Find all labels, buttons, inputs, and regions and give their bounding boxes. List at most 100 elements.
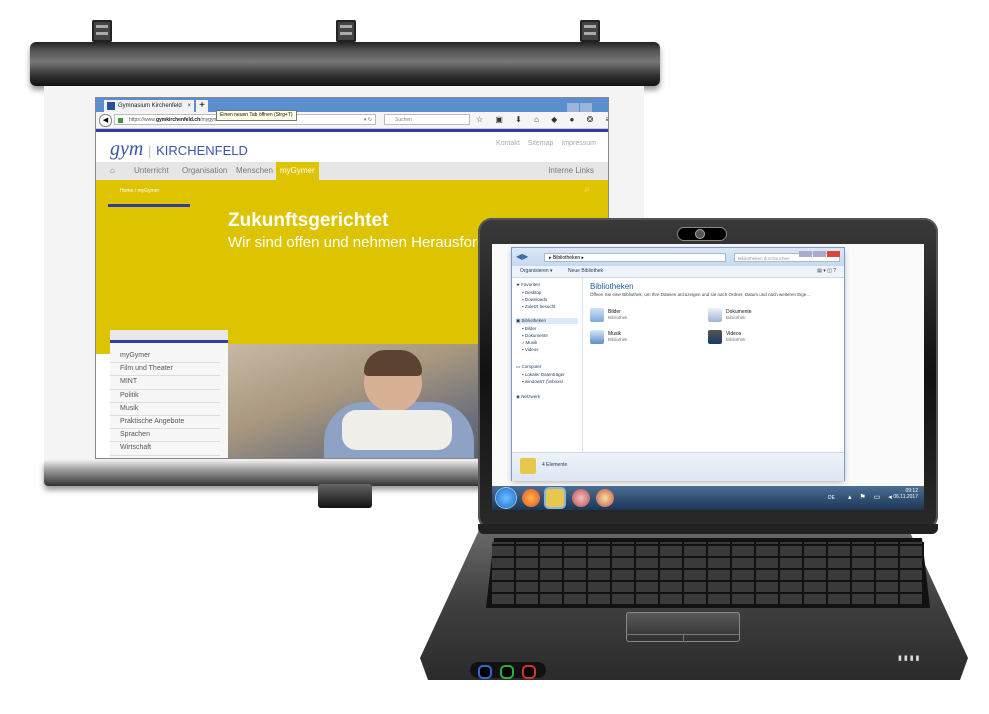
nav-local-disk[interactable]: ▪ Lokaler Datenträger (522, 372, 565, 377)
sub-menu-item[interactable]: myGymer (110, 350, 220, 364)
sub-menu-item[interactable]: Musik (110, 403, 220, 417)
menu-mygymer[interactable]: myGymer (276, 162, 319, 180)
projector-roller (30, 42, 660, 86)
nav-documents[interactable]: ▪ Dokumente (522, 333, 548, 338)
language-indicator[interactable]: DE (828, 495, 835, 501)
projector-pull-handle (318, 484, 372, 508)
nav-music-label: Musik (525, 340, 538, 345)
tab-close-icon[interactable]: × (187, 100, 191, 112)
libraries-description: Öffnen Sie eine Bibliothek, um Ihre Date… (590, 292, 811, 297)
explorer-minimize-button[interactable] (799, 251, 812, 257)
link-sitemap[interactable]: Sitemap (528, 140, 554, 147)
browser-tab-bar: Gymnasium Kirchenfeld × + (96, 98, 608, 130)
sub-menu-item[interactable]: Praktische Angebote (110, 416, 220, 430)
nav-libraries[interactable]: ▣ Bibliotheken (516, 318, 578, 324)
nav-computer-label: Computer (521, 364, 542, 369)
logo-gym: gym (110, 138, 144, 160)
library-type: Bibliothek (608, 315, 628, 320)
paint-icon[interactable] (596, 489, 614, 507)
menu-unterricht[interactable]: Unterricht (134, 162, 169, 180)
browser-toolbar: ◀ https://www.gymkirchenfeld.ch/mygymer/… (96, 112, 608, 129)
sub-menu-item[interactable]: Politik (110, 390, 220, 403)
main-menu: ⌂ Unterricht Organisation Menschen myGym… (96, 162, 608, 180)
link-kontakt[interactable]: Kontakt (496, 140, 520, 147)
tray-icons[interactable]: ▴ ⚑ ▭ ◂ (848, 493, 895, 501)
nav-local-disk-label: Lokaler Datenträger (524, 372, 565, 377)
breadcrumb[interactable]: Home / myGymer (120, 188, 159, 194)
library-type: Bibliothek (726, 315, 746, 320)
explorer-close-button[interactable] (827, 251, 840, 257)
start-button-icon[interactable] (496, 488, 516, 508)
menu-menschen[interactable]: Menschen (236, 162, 273, 180)
nav-videos[interactable]: ▪ Videos (522, 347, 539, 352)
toolbar-icons[interactable]: ☆ ▣ ⬇ ⌂ ◆ ● ❂ ≡ (476, 114, 608, 126)
clock[interactable]: 09:12 06.11.2017 (893, 488, 918, 500)
window-controls (566, 99, 606, 130)
home-icon[interactable]: ⌂ (110, 162, 115, 180)
nav-arrows-icon[interactable]: ◀▶ (516, 252, 536, 262)
sub-menu-item[interactable]: Film und Theater (110, 363, 220, 377)
documents-folder-icon (708, 308, 722, 322)
nav-desktop[interactable]: ▪ Desktop (522, 290, 541, 295)
clock-date: 06.11.2017 (893, 494, 918, 500)
sub-menu-accent (110, 340, 228, 343)
logo-kirchenfeld: KIRCHENFELD (156, 143, 248, 158)
library-type: Bibliothek (726, 337, 746, 342)
browser-tab[interactable]: Gymnasium Kirchenfeld × (104, 100, 194, 112)
nav-recent[interactable]: ▪ Zuletzt besucht (522, 304, 555, 309)
explorer-icon[interactable] (546, 489, 564, 507)
search-placeholder: Suchen (395, 117, 412, 123)
sub-menu-top (110, 330, 228, 340)
sub-menu-item[interactable]: Wirtschaft (110, 442, 220, 456)
hanger-clip-middle (336, 20, 356, 42)
nav-favorites[interactable]: ★ Favoriten (516, 282, 540, 288)
new-tab-button[interactable]: + (196, 100, 208, 112)
minimize-button[interactable] (567, 103, 579, 112)
browser-search-input[interactable]: Suchen (384, 114, 470, 125)
back-arrow-icon[interactable]: ◀ (99, 114, 112, 127)
nav-network-drive[interactable]: ▪ windows7 (\\vboxsr (522, 379, 563, 384)
breadcrumb-bar: Home / myGymer ⌕ (96, 180, 608, 204)
explorer-content: Bibliotheken Öffnen Sie eine Bibliothek,… (584, 278, 844, 452)
library-item[interactable]: Videos Bibliothek (708, 330, 798, 346)
nav-documents-label: Dokumente (524, 333, 548, 338)
nav-network[interactable]: ◉ Netzwerk (516, 394, 540, 400)
link-impressum[interactable]: Impressum (561, 140, 596, 147)
library-item[interactable]: Dokumente Bibliothek (708, 308, 798, 324)
keyboard-keys (492, 542, 924, 604)
nav-recent-label: Zuletzt besucht (524, 304, 556, 309)
snipping-tool-icon[interactable] (572, 489, 590, 507)
explorer-maximize-button[interactable] (813, 251, 826, 257)
sub-menu-item[interactable]: MINT (110, 376, 220, 390)
nav-music[interactable]: ♪ Musik (522, 340, 537, 345)
maximize-button[interactable] (580, 103, 592, 112)
menu-interne-links[interactable]: Interne Links (548, 162, 594, 180)
menu-organisation[interactable]: Organisation (182, 162, 227, 180)
sub-menu: myGymer Film und Theater MINT Politik Mu… (110, 330, 228, 458)
site-logo[interactable]: gym | KIRCHENFELD (110, 138, 248, 161)
favicon-icon (107, 102, 115, 110)
nav-pictures[interactable]: ▪ Bilder (522, 326, 536, 331)
address-bar[interactable]: ▸ Bibliotheken ▸ (544, 253, 726, 262)
nav-pictures-label: Bilder (524, 326, 537, 331)
nav-downloads-label: Downloads (524, 297, 548, 302)
library-item[interactable]: Musik Bibliothek (590, 330, 680, 346)
view-options-icon[interactable]: ▤ ▾ ◫ ? (817, 266, 836, 277)
new-library-button[interactable]: Neue Bibliothek (568, 266, 603, 277)
sub-menu-item[interactable]: Sprachen (110, 429, 220, 443)
libraries-status-icon (520, 458, 536, 474)
videos-folder-icon (708, 330, 722, 344)
nav-computer[interactable]: ▭ Computer (516, 364, 541, 370)
status-count: 4 Elemente (542, 462, 568, 468)
firefox-icon[interactable] (522, 489, 540, 507)
nav-downloads[interactable]: ▪ Downloads (522, 297, 547, 302)
hanger-clip-left (92, 20, 112, 42)
port-green-icon (500, 665, 514, 679)
search-icon[interactable]: ⌕ (584, 184, 590, 195)
reload-icon[interactable]: ▾ ↻ (364, 115, 372, 124)
library-item[interactable]: Bilder Bibliothek (590, 308, 680, 324)
windows-taskbar: DE ▴ ⚑ ▭ ◂ 09:12 06.11.2017 (492, 486, 924, 510)
pictures-folder-icon (590, 308, 604, 322)
organize-button[interactable]: Organisieren ▾ (520, 266, 553, 277)
nav-network-label: Netzwerk (521, 394, 540, 399)
